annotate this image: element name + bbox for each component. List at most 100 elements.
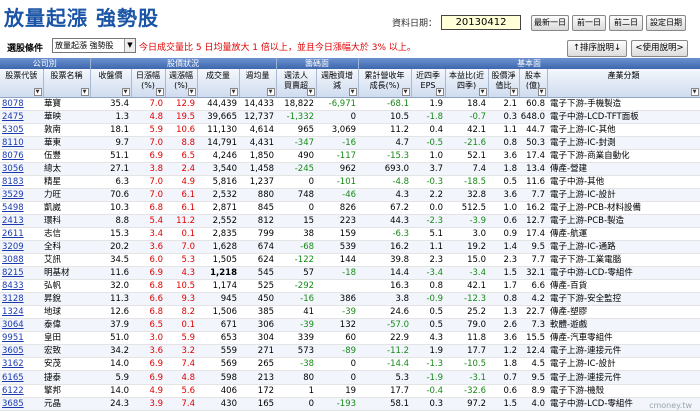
column-header[interactable]: 近四季 EPS ▼ <box>411 69 446 98</box>
table-row[interactable]: 3162 安茂 14.0 6.9 7.4 569 265 -38 0 -14.4 -1.3 -10.5… <box>0 357 700 372</box>
table-cell: 1,505 <box>197 253 239 268</box>
table-row[interactable]: 3209 全科 20.2 3.6 7.0 1,628 674 -68 539 16.2 1.1 19.… <box>0 240 700 255</box>
table-row[interactable]: 3529 力旺 70.6 7.0 6.1 2,532 880 748 -46 4.3 2.2 32.8… <box>0 188 700 202</box>
column-header[interactable]: 產業分類 ▼ <box>547 69 700 98</box>
set-date-button[interactable]: 設定日期 <box>646 15 686 31</box>
column-header[interactable]: 股本 (億) ▼ <box>519 69 548 98</box>
stock-code-link[interactable]: 3209 <box>0 240 43 255</box>
table-row[interactable]: 3088 艾訊 34.5 6.0 5.3 1,505 624 -122 144 39.8 2.3 15… <box>0 253 700 268</box>
table-cell: -68.1 <box>358 97 412 111</box>
filter-dropdown-icon[interactable]: ▼ <box>155 87 164 96</box>
table-cell: 11.6 <box>519 175 548 189</box>
table-row[interactable]: 5305 敦南 18.1 5.9 10.6 11,130 4,614 965 3,069 11.2… <box>0 123 700 137</box>
industry-cell: 電子下游-商業自動化 <box>547 149 700 163</box>
table-row[interactable]: 8078 華寶 35.4 7.0 12.9 44,439 14,433 18,822 -6,97… <box>0 97 700 111</box>
filter-dropdown-icon[interactable]: ▼ <box>509 87 518 96</box>
stock-code-link[interactable]: 3056 <box>0 162 43 176</box>
filter-dropdown-icon[interactable]: ▼ <box>435 87 444 96</box>
table-cell: 1.5 <box>488 397 520 411</box>
column-header[interactable]: 股票名稱 ▼ <box>43 69 91 98</box>
usage-help-button[interactable]: <使用說明> <box>631 40 688 57</box>
table-row[interactable]: 2611 志信 15.3 3.4 0.1 2,835 799 38 159 -6.3 5.1 3.0 0… <box>0 227 700 242</box>
filter-dropdown-icon[interactable]: ▼ <box>306 87 315 96</box>
table-row[interactable]: 3605 宏致 34.2 3.6 3.2 559 271 573 -89 -11.2 1.9 17.7… <box>0 344 700 359</box>
column-header[interactable]: 週融資增 減 ▼ <box>316 69 359 98</box>
table-cell: 60.8 <box>519 97 548 111</box>
stock-code-link[interactable]: 3605 <box>0 344 43 359</box>
column-header[interactable]: 股價淨 值比 ▼ <box>488 69 520 98</box>
filter-dropdown-icon[interactable]: ▼ <box>537 87 546 96</box>
stock-code-link[interactable]: 8433 <box>0 279 43 294</box>
filter-dropdown-icon[interactable]: ▼ <box>229 87 238 96</box>
stock-code-link[interactable]: 2475 <box>0 110 43 124</box>
prev-two-day-button[interactable]: 前二日 <box>609 15 643 31</box>
column-header[interactable]: 累計營收年 成長(%) ▼ <box>358 69 412 98</box>
table-row[interactable]: 8076 伍豐 51.1 6.9 6.5 4,246 1,850 490 -117 -15.3 1.… <box>0 149 700 163</box>
table-row[interactable]: 3056 總太 27.1 3.8 2.4 3,540 1,458 -245 962 693.0 3.… <box>0 162 700 176</box>
stock-code-link[interactable]: 9951 <box>0 331 43 346</box>
column-header[interactable]: 本益比(近 四季) ▼ <box>445 69 489 98</box>
column-header[interactable]: 成交量 ▼ <box>197 69 240 98</box>
table-cell: -347 <box>276 136 317 150</box>
stock-code-link[interactable]: 3529 <box>0 188 43 202</box>
table-row[interactable]: 6122 擎邦 14.0 4.9 5.6 406 172 1 19 17.7 -0.4 -32.6 0.… <box>0 384 700 398</box>
stock-code-link[interactable]: 8110 <box>0 136 43 150</box>
table-row[interactable]: 3064 泰偉 37.9 6.5 0.1 671 306 -39 132 -57.0 0.5 79.0… <box>0 318 700 333</box>
table-cell: 4.9 <box>165 175 197 189</box>
table-row[interactable]: 2413 環科 8.8 5.4 11.2 2,552 812 15 223 44.3 -2.3 -3.… <box>0 214 700 228</box>
prev-day-button[interactable]: 前一日 <box>572 15 606 31</box>
stock-code-link[interactable]: 3128 <box>0 292 43 307</box>
column-header[interactable]: 週法人 買賣超 ▼ <box>276 69 317 98</box>
table-row[interactable]: 9951 皇田 51.0 3.0 5.9 653 304 339 60 22.9 4.3 11.8 3.… <box>0 331 700 346</box>
filter-dropdown-icon[interactable]: ▼ <box>348 87 357 96</box>
column-header[interactable]: 週均量 ▼ <box>239 69 277 98</box>
filter-dropdown-icon[interactable]: ▼ <box>401 87 410 96</box>
column-header[interactable]: 股票代號 ▼ <box>0 69 44 98</box>
latest-day-button[interactable]: 最新一日 <box>531 15 569 31</box>
stock-code-link[interactable]: 5305 <box>0 123 43 137</box>
filter-dropdown-icon[interactable]: ▼ <box>187 87 196 96</box>
stock-code-link[interactable]: 2611 <box>0 227 43 242</box>
stock-code-link[interactable]: 5498 <box>0 201 43 215</box>
date-input[interactable]: 20130412 <box>441 15 522 30</box>
table-row[interactable]: 5498 凱崴 10.3 6.8 6.1 2,871 845 0 826 67.2 0.0 512.5… <box>0 201 700 215</box>
stock-code-link[interactable]: 3162 <box>0 357 43 372</box>
table-cell: 0.9 <box>488 227 520 242</box>
table-cell: 812 <box>239 214 277 228</box>
stock-code-link[interactable]: 8076 <box>0 149 43 163</box>
sort-help-button[interactable]: ↑排序說明↓ <box>567 40 627 57</box>
table-row[interactable]: 8433 弘帆 32.0 6.8 10.5 1,174 525 -292 16.3 0.8 42.1… <box>0 279 700 294</box>
table-row[interactable]: 3685 元晶 24.3 3.9 7.4 430 165 0 -193 58.1 0.3 97.2 1.… <box>0 397 700 411</box>
filter-dropdown-icon[interactable]: ▼ <box>80 87 89 96</box>
column-header[interactable]: 週漲幅 (%) ▼ <box>165 69 198 98</box>
filter-dropdown-icon[interactable]: ▼ <box>266 87 275 96</box>
stock-name: 宏致 <box>43 344 90 359</box>
table-row[interactable]: 8183 精星 6.3 7.0 4.9 5,816 1,237 0 -101 -4.8 -0.3 -1… <box>0 175 700 189</box>
stock-code-link[interactable]: 2413 <box>0 214 43 228</box>
stock-code-link[interactable]: 3064 <box>0 318 43 333</box>
stock-code-link[interactable]: 8215 <box>0 266 43 281</box>
column-header[interactable]: 收盤價 ▼ <box>90 69 132 98</box>
stock-code-link[interactable]: 8078 <box>0 97 43 111</box>
table-row[interactable]: 8110 華東 9.7 7.0 8.8 14,791 4,431 -347 -16 4.7 -0.5… <box>0 136 700 150</box>
filter-dropdown-icon[interactable]: ▼ <box>478 87 487 96</box>
table-row[interactable]: 6165 捷泰 5.9 6.9 4.8 598 213 80 0 5.3 -1.9 -3.1 0.7 9.… <box>0 370 700 385</box>
stock-code-link[interactable]: 1324 <box>0 305 43 320</box>
stock-code-link[interactable]: 8183 <box>0 175 43 189</box>
table-row[interactable]: 3128 昇銳 11.3 6.6 9.3 945 450 -16 386 3.8 -0.9 -12.3… <box>0 292 700 307</box>
column-header[interactable]: 日漲幅 (%) ▼ <box>131 69 166 98</box>
filter-dropdown-icon[interactable]: ▼ <box>33 87 42 96</box>
stock-name: 環科 <box>43 214 90 228</box>
table-row[interactable]: 8215 明基材 11.6 6.9 4.3 1,218 545 57 -18 14.4 -3.4 -3… <box>0 266 700 281</box>
table-cell: -38 <box>276 357 317 372</box>
filter-dropdown-icon[interactable]: ▼ <box>121 87 130 96</box>
chevron-down-icon[interactable]: ▼ <box>124 39 135 52</box>
stock-code-link[interactable]: 3088 <box>0 253 43 268</box>
table-row[interactable]: 2475 華映 1.3 4.8 19.5 39,665 12,737 -1,332 0 10.5-… <box>0 110 700 124</box>
stock-code-link[interactable]: 6165 <box>0 370 43 385</box>
table-row[interactable]: 1324 地球 12.6 6.8 8.2 1,506 385 41 -39 24.6 0.5 25.2… <box>0 305 700 320</box>
stock-code-link[interactable]: 3685 <box>0 397 43 411</box>
condition-select[interactable]: 放量起漲 強勢股 ▼ <box>52 38 136 53</box>
filter-dropdown-icon[interactable]: ▼ <box>690 87 699 96</box>
stock-code-link[interactable]: 6122 <box>0 384 43 398</box>
